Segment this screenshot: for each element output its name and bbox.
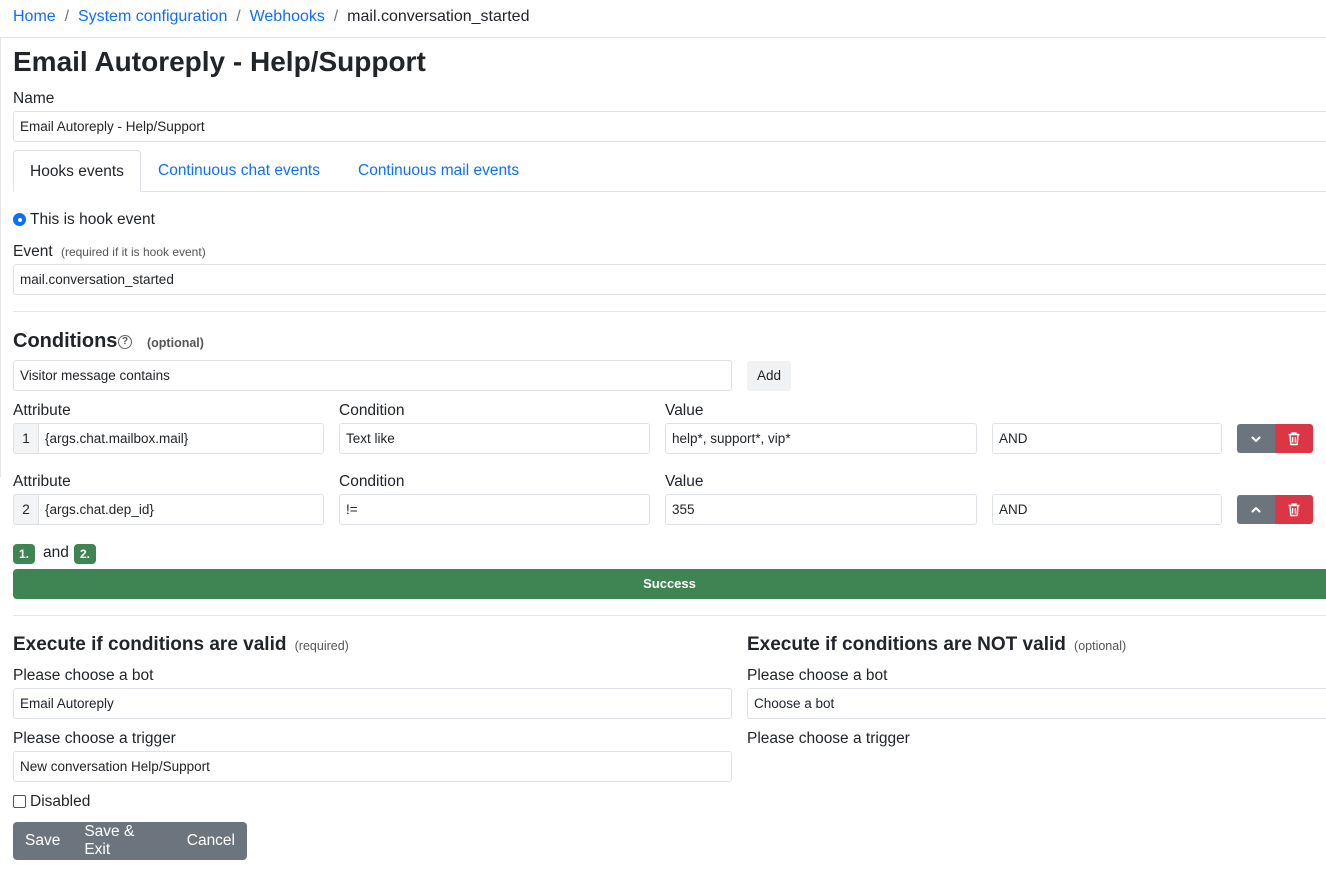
attribute-input[interactable]: {args.chat.mailbox.mail} (38, 423, 324, 454)
add-condition-button[interactable]: Add (747, 361, 791, 391)
attribute-header: Attribute (13, 402, 71, 419)
page-title: Email Autoreply - Help/Support (13, 46, 426, 77)
left-edge-border (0, 37, 1, 477)
execute-invalid-title-text: Execute if conditions are NOT valid (747, 634, 1066, 655)
trash-icon (1288, 432, 1300, 446)
name-input[interactable]: Email Autoreply - Help/Support (13, 111, 1326, 142)
tab-hooks-events[interactable]: Hooks events (13, 150, 141, 192)
value-header: Value (665, 473, 704, 490)
save-button[interactable]: Save (13, 832, 72, 850)
logic-select[interactable]: AND (992, 494, 1222, 525)
logic-select[interactable]: AND (992, 423, 1222, 454)
event-label: Event (required if it is hook event) (13, 243, 206, 261)
move-down-button[interactable] (1237, 424, 1275, 453)
hook-event-label: This is hook event (30, 211, 155, 228)
valid-bot-select[interactable]: Email Autoreply (13, 688, 732, 719)
invalid-bot-select[interactable]: Choose a bot (747, 688, 1326, 719)
invalid-trigger-label: Please choose a trigger (747, 730, 910, 747)
condition-badge-2: 2. (74, 544, 97, 564)
row-index: 1 (13, 423, 38, 454)
delete-condition-button[interactable] (1275, 495, 1313, 524)
tab-continuous-mail-events[interactable]: Continuous mail events (342, 150, 535, 192)
breadcrumb-current: mail.conversation_started (347, 8, 530, 25)
section-divider (13, 311, 1326, 312)
tab-continuous-chat-events[interactable]: Continuous chat events (142, 150, 336, 192)
condition-badge-1: 1. (13, 544, 36, 564)
trash-icon (1288, 503, 1300, 517)
cancel-button[interactable]: Cancel (175, 832, 247, 850)
chevron-down-icon (1251, 436, 1261, 442)
breadcrumb-system-configuration[interactable]: System configuration (78, 8, 227, 25)
move-up-button[interactable] (1237, 495, 1275, 524)
condition-input[interactable]: != (339, 494, 650, 525)
invalid-bot-label: Please choose a bot (747, 667, 888, 684)
execute-valid-title: Execute if conditions are valid (require… (13, 634, 349, 656)
question-circle-icon[interactable]: ? (118, 335, 132, 349)
event-input[interactable]: mail.conversation_started (13, 264, 1326, 295)
value-header: Value (665, 402, 704, 419)
breadcrumb-separator: / (329, 8, 343, 25)
chevron-up-icon (1251, 506, 1261, 512)
delete-condition-button[interactable] (1275, 424, 1313, 453)
disabled-checkbox[interactable] (13, 795, 26, 808)
execute-valid-title-text: Execute if conditions are valid (13, 634, 287, 655)
result-text: Success (643, 576, 696, 591)
action-button-group: Save Save & Exit Cancel (13, 822, 247, 860)
conditions-title: Conditions (13, 330, 118, 352)
breadcrumb: Home / System configuration / Webhooks /… (13, 8, 529, 26)
row-index: 2 (13, 494, 38, 525)
attribute-input[interactable]: {args.chat.dep_id} (38, 494, 324, 525)
condition-header: Condition (339, 473, 405, 490)
event-hint: (required if it is hook event) (60, 245, 206, 259)
attribute-header: Attribute (13, 473, 71, 490)
breadcrumb-separator: / (60, 8, 74, 25)
valid-trigger-label: Please choose a trigger (13, 730, 176, 747)
radio-dot (17, 217, 22, 222)
event-label-text: Event (13, 243, 53, 260)
expression-joiner: and (43, 544, 69, 561)
condition-type-select[interactable]: Visitor message contains (13, 360, 732, 391)
hook-event-radio[interactable] (13, 213, 26, 226)
breadcrumb-divider (0, 37, 1326, 38)
valid-trigger-select[interactable]: New conversation Help/Support (13, 751, 732, 782)
conditions-optional: (optional) (147, 336, 204, 350)
execute-valid-tag: (required) (294, 639, 349, 653)
execute-invalid-title: Execute if conditions are NOT valid (opt… (747, 634, 1126, 656)
save-exit-button[interactable]: Save & Exit (72, 823, 174, 859)
disabled-label: Disabled (30, 793, 91, 810)
execute-invalid-tag: (optional) (1074, 639, 1127, 653)
breadcrumb-separator: / (231, 8, 246, 25)
result-success-bar: Success (13, 569, 1326, 599)
name-label: Name (13, 90, 55, 107)
value-input[interactable]: help*, support*, vip* (665, 423, 977, 454)
value-input[interactable]: 355 (665, 494, 977, 525)
condition-input[interactable]: Text like (339, 423, 650, 454)
breadcrumb-home[interactable]: Home (13, 8, 56, 25)
breadcrumb-webhooks[interactable]: Webhooks (250, 8, 325, 25)
valid-bot-label: Please choose a bot (13, 667, 154, 684)
condition-header: Condition (339, 402, 405, 419)
section-divider (13, 615, 1326, 616)
